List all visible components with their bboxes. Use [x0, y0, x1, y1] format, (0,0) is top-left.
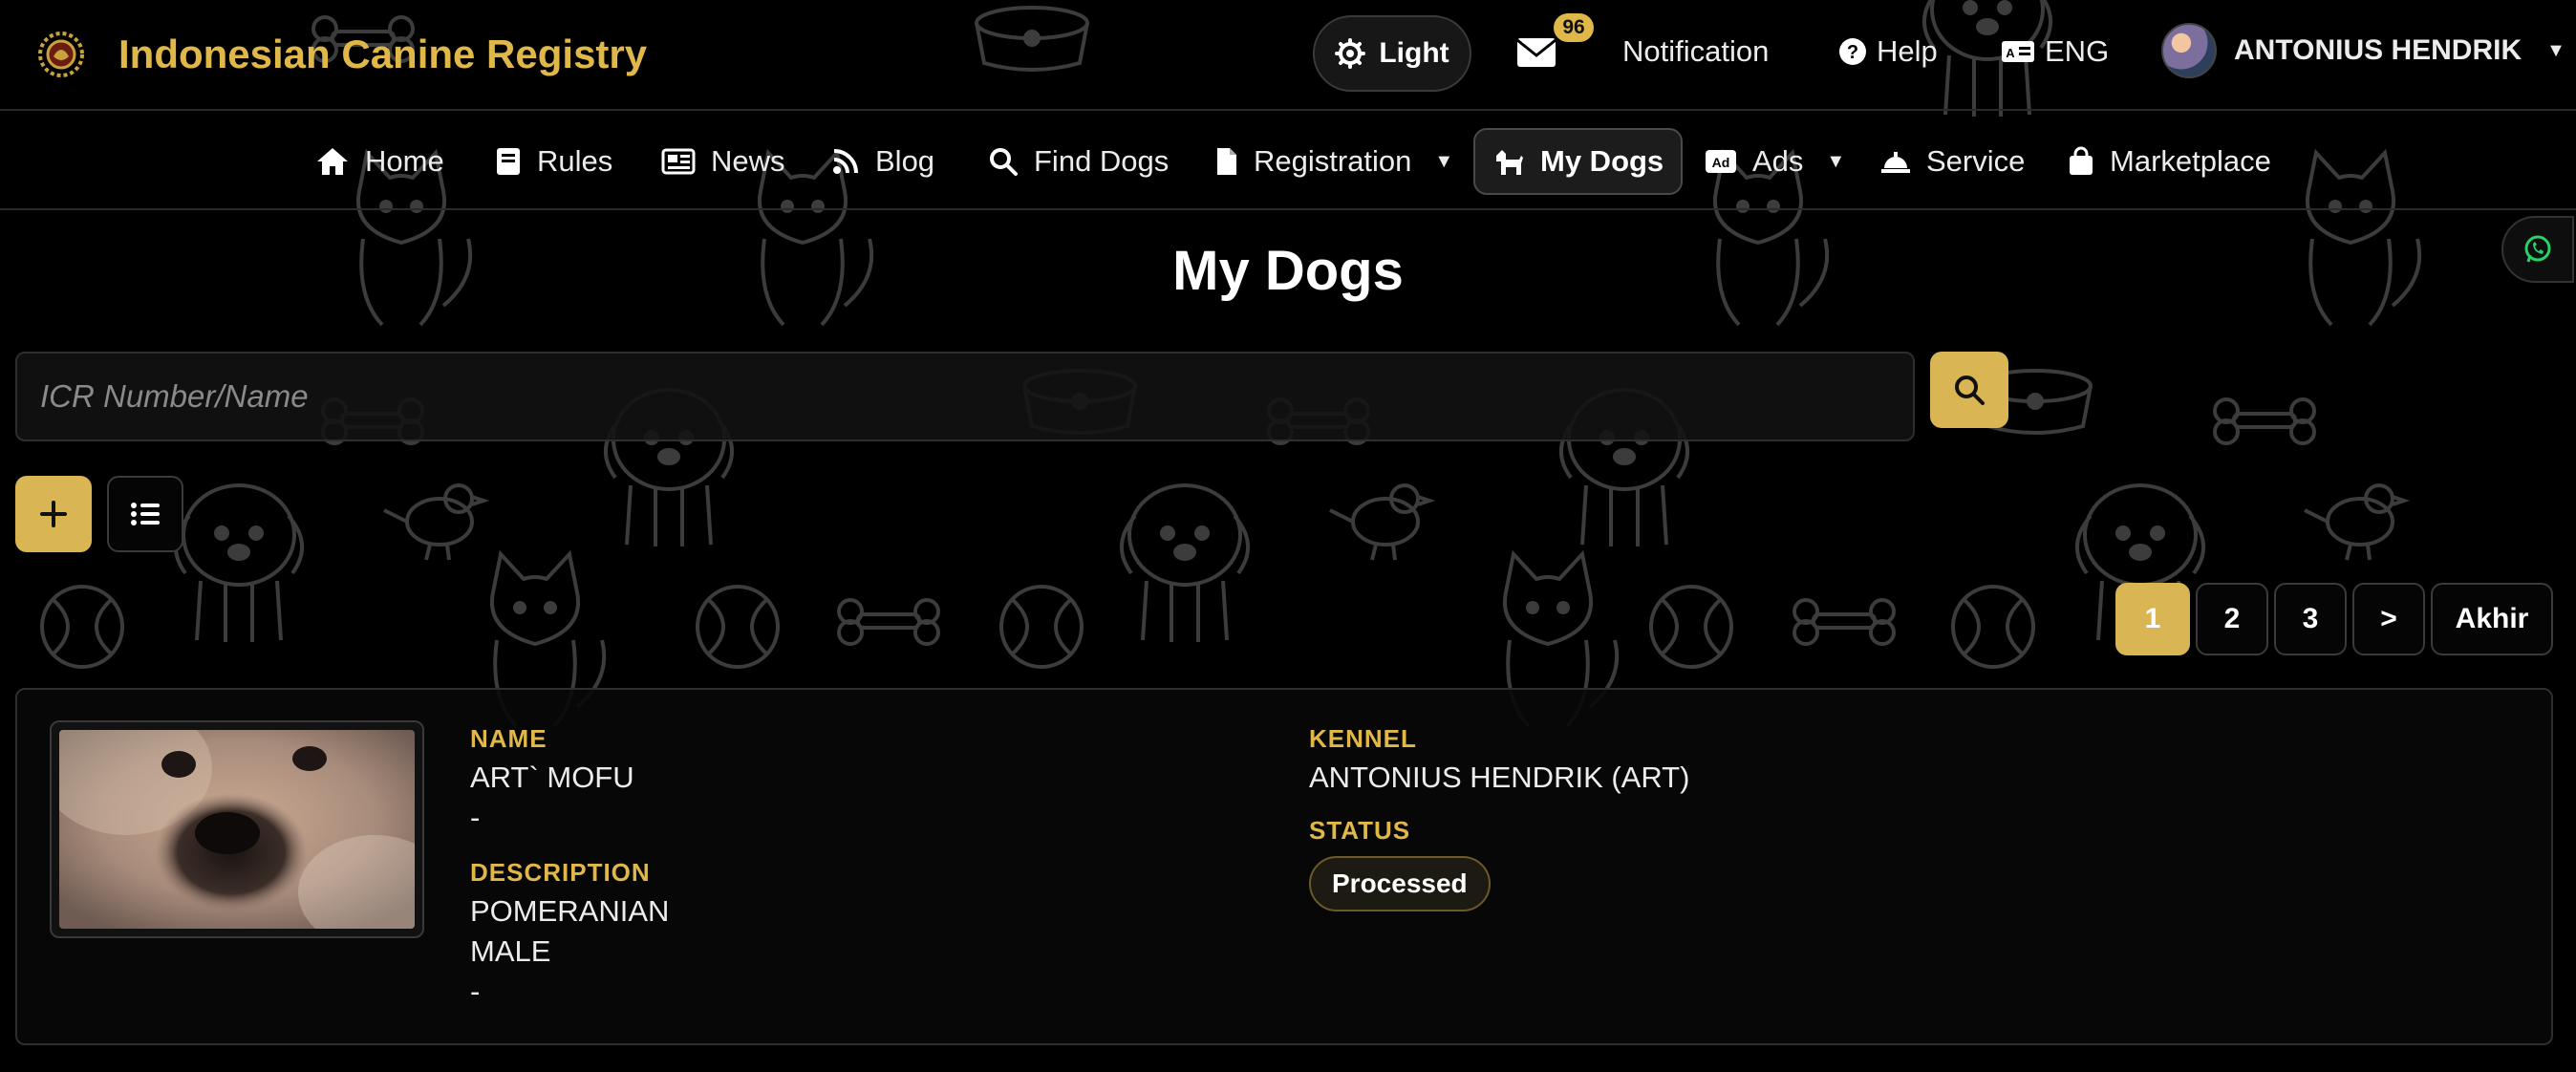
nav-item-service[interactable]: Service — [1863, 128, 2042, 195]
plus-icon — [40, 501, 67, 527]
top-header: Indonesian Canine Registry Light 96 Noti… — [0, 0, 2576, 111]
dog-breed: POMERANIAN — [470, 894, 670, 928]
app-title: Indonesian Canine Registry — [118, 32, 648, 76]
language-label: ENG — [2045, 34, 2110, 68]
main-nav: Home Rules News Blog Find Dogs Registrat… — [0, 113, 2576, 210]
mail-icon[interactable] — [1513, 29, 1561, 76]
nav-item-rules[interactable]: Rules — [478, 128, 630, 195]
language-card-icon: A — [2002, 41, 2034, 62]
registry-logo-icon — [38, 32, 84, 77]
nav-item-my-dogs[interactable]: My Dogs — [1473, 128, 1684, 195]
svg-text:?: ? — [1847, 42, 1858, 63]
nav-label-ads: Ads — [1752, 144, 1804, 178]
nav-item-home[interactable]: Home — [298, 128, 462, 195]
dog-icon — [1496, 150, 1523, 175]
page-last-button[interactable]: Akhir — [2431, 583, 2553, 655]
chevron-down-icon: ▼ — [2546, 39, 2565, 61]
ad-icon: Ad — [1706, 150, 1736, 173]
list-icon — [131, 503, 160, 525]
dog-card[interactable]: NAME ART` MOFU - DESCRIPTION POMERANIAN … — [15, 688, 2553, 1045]
gear-icon — [1335, 38, 1366, 69]
question-circle-icon: ? — [1839, 38, 1866, 65]
nav-label-rules: Rules — [537, 144, 613, 178]
help-label: Help — [1877, 34, 1938, 68]
document-icon — [1217, 148, 1236, 175]
dog-name-extra: - — [470, 801, 481, 834]
nav-label-home: Home — [365, 144, 444, 178]
nav-label-service: Service — [1926, 144, 2026, 178]
newspaper-icon — [661, 148, 696, 175]
nav-item-blog[interactable]: Blog — [814, 128, 952, 195]
nav-label-registration: Registration — [1254, 144, 1412, 178]
page-button-3[interactable]: 3 — [2274, 583, 2347, 655]
name-label: NAME — [470, 724, 547, 753]
nav-label-news: News — [711, 144, 785, 178]
add-dog-button[interactable] — [15, 476, 92, 552]
notification-link[interactable]: Notification — [1622, 34, 1769, 69]
user-menu[interactable]: ANTONIUS HENDRIK ▼ — [2161, 23, 2565, 78]
dog-kennel: ANTONIUS HENDRIK (ART) — [1309, 761, 1690, 794]
dog-description-extra: - — [470, 975, 481, 1008]
search-input[interactable] — [15, 352, 1915, 441]
help-link[interactable]: ? Help — [1838, 34, 1938, 69]
page-title: My Dogs — [1172, 240, 1404, 302]
theme-label: Light — [1379, 37, 1449, 69]
shopping-bag-icon — [2070, 146, 2093, 175]
nav-label-find-dogs: Find Dogs — [1034, 144, 1170, 178]
chevron-down-icon: ▼ — [1434, 150, 1454, 172]
dog-name: ART` MOFU — [470, 761, 634, 794]
status-label: STATUS — [1309, 816, 1411, 845]
nav-item-marketplace[interactable]: Marketplace — [2050, 128, 2288, 195]
service-bell-icon — [1881, 152, 1910, 173]
nav-label-marketplace: Marketplace — [2110, 144, 2271, 178]
status-badge: Processed — [1309, 856, 1491, 911]
mail-count-badge: 96 — [1554, 13, 1594, 42]
book-icon — [497, 148, 520, 175]
kennel-label: KENNEL — [1309, 724, 1417, 753]
rss-icon — [833, 149, 858, 174]
brand[interactable]: Indonesian Canine Registry — [34, 28, 647, 81]
search-button[interactable] — [1930, 352, 2008, 428]
nav-item-registration[interactable]: Registration ▼ — [1198, 128, 1470, 195]
dog-photo — [59, 730, 415, 929]
language-selector[interactable]: A ENG — [2001, 34, 2109, 69]
page-next-button[interactable]: > — [2352, 583, 2425, 655]
chevron-down-icon: ▼ — [1826, 150, 1846, 172]
search-icon — [1955, 375, 1985, 405]
dog-photo-frame[interactable] — [50, 720, 424, 938]
user-name: ANTONIUS HENDRIK — [2234, 34, 2522, 66]
search-icon — [990, 148, 1018, 176]
svg-text:A: A — [2006, 46, 2015, 60]
list-view-button[interactable] — [107, 476, 183, 552]
nav-label-my-dogs: My Dogs — [1540, 144, 1664, 178]
theme-toggle-button[interactable]: Light — [1313, 15, 1471, 92]
avatar — [2161, 23, 2217, 78]
svg-text:Ad: Ad — [1712, 155, 1730, 170]
page-button-1[interactable]: 1 — [2115, 583, 2190, 655]
dog-sex: MALE — [470, 934, 551, 968]
nav-item-news[interactable]: News — [644, 128, 803, 195]
home-icon — [317, 148, 348, 175]
page-button-2[interactable]: 2 — [2196, 583, 2268, 655]
description-label: DESCRIPTION — [470, 858, 651, 887]
nav-label-blog: Blog — [875, 144, 935, 178]
nav-item-find-dogs[interactable]: Find Dogs — [971, 128, 1186, 195]
nav-item-ads[interactable]: Ad Ads ▼ — [1687, 128, 1862, 195]
